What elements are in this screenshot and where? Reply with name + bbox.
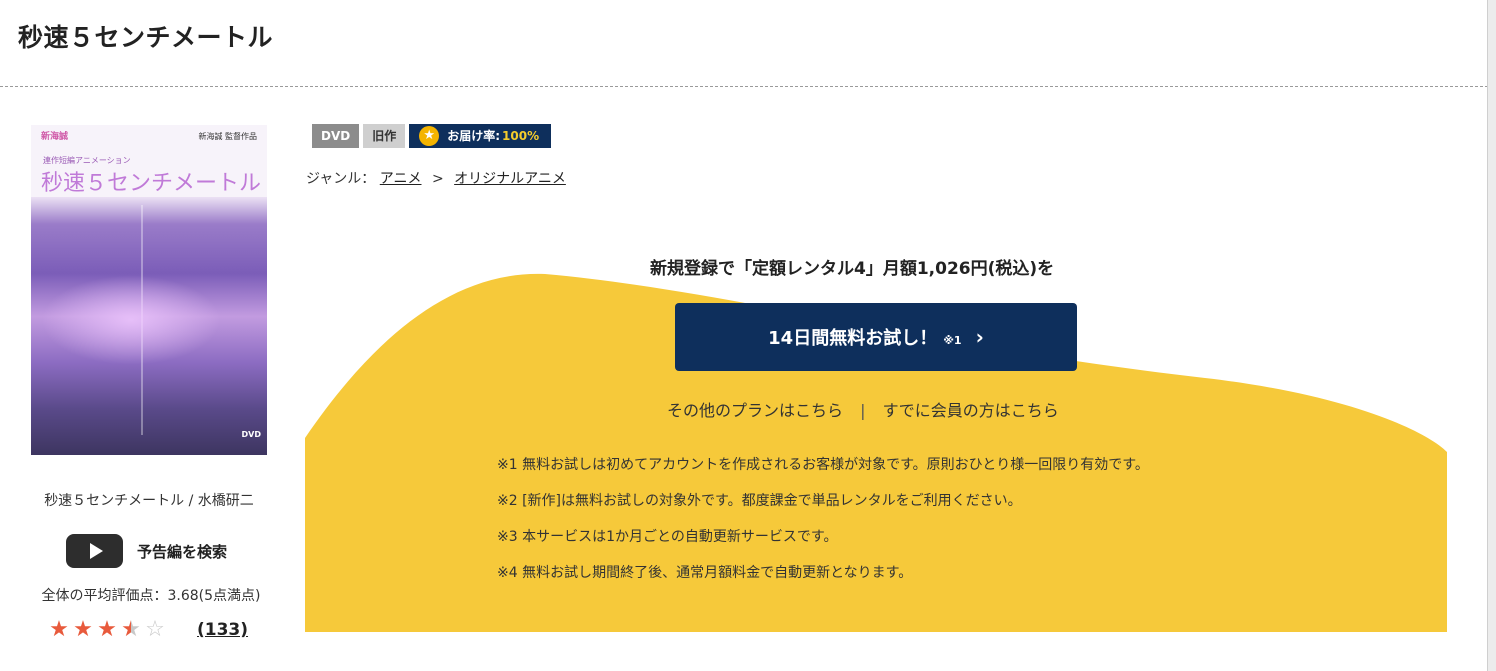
promo-notes: ※1 無料お試しは初めてアカウントを作成されるお客様が対象です。原則おひとり様一… [497, 455, 1149, 599]
free-trial-note[interactable]: ※1 [943, 334, 961, 347]
cover-blossom [41, 275, 221, 365]
free-trial-label[interactable]: 14日間無料お試し！ [768, 324, 937, 350]
play-icon[interactable] [66, 534, 123, 568]
note-item: ※1 無料お試しは初めてアカウントを作成されるお客様が対象です。原則おひとり様一… [497, 457, 1149, 473]
genre-link-anime[interactable]: アニメ [380, 171, 422, 187]
cover-studio-text: 新海誠 監督作品 [198, 132, 257, 141]
badge-row: DVD 旧作 ★ お届け率: 100% [312, 124, 555, 148]
plan-links: その他のプランはこちら | すでに会員の方はこちら [667, 397, 1059, 421]
note-item: ※4 無料お試し期間終了後、通常月額料金で自動更新となります。 [497, 565, 913, 581]
genre-breadcrumb: ジャンル： アニメ > オリジナルアニメ [306, 168, 566, 188]
page-title: 秒速５センチメートル [18, 23, 274, 52]
delivery-rate-badge: ★ お届け率: 100% [409, 124, 552, 148]
star-full-icon: ★ [49, 617, 69, 642]
format-badge: DVD [312, 124, 360, 148]
delivery-rate-label: お届け率: [447, 129, 501, 143]
average-rating: 全体の平均評価点：3.68(5点満点) [41, 588, 261, 604]
scrollbar-track[interactable] [1487, 0, 1496, 671]
promo-heading: 新規登録で「定額レンタル4」月額1,026円(税込)を [650, 259, 1055, 279]
star-icon: ★ [419, 126, 440, 146]
genre-link-original-anime[interactable]: オリジナルアニメ [454, 171, 566, 187]
star-empty-icon: ☆ [145, 617, 165, 642]
trailer-label[interactable]: 予告編を検索 [137, 541, 227, 562]
header-divider [0, 86, 1488, 87]
free-trial-button[interactable]: 14日間無料お試し！ ※1 › [675, 303, 1077, 371]
breadcrumb-separator: > [431, 171, 444, 187]
star-rating: ★ ★ ★ ★ ☆ (133) [47, 619, 248, 641]
review-count-link[interactable]: (133) [197, 620, 248, 640]
other-plans-link[interactable]: その他のプランはこちら [667, 401, 843, 420]
member-login-link[interactable]: すでに会員の方はこちら [883, 401, 1059, 420]
work-title-author: 秒速５センチメートル / 水橋研二 [44, 493, 254, 509]
star-full-icon: ★ [73, 617, 93, 642]
star-full-icon: ★ [97, 617, 117, 642]
cover-dvd-mark: DVD [241, 430, 261, 439]
genre-label: ジャンル： [306, 171, 376, 187]
review-count[interactable]: (133) [197, 619, 248, 641]
note-item: ※3 本サービスは1か月ごとの自動更新サービスです。 [497, 529, 838, 545]
cover-image[interactable]: 新海誠 新海誠 監督作品 連作短編アニメーション 秒速５センチメートル DVD [31, 125, 267, 455]
trailer-search-button[interactable]: 予告編を検索 [66, 534, 227, 568]
chevron-right-icon[interactable]: › [976, 325, 984, 349]
note-item: ※2 [新作]は無料お試しの対象外です。都度課金で単品レンタルをご利用ください。 [497, 493, 1022, 509]
link-separator: | [860, 401, 866, 420]
cover-logo: 新海誠 [41, 132, 69, 142]
star-half-icon: ★ [119, 619, 143, 641]
category-badge: 旧作 [363, 124, 406, 148]
delivery-rate-value: 100% [502, 129, 540, 143]
cover-title: 秒速５センチメートル [41, 171, 262, 196]
